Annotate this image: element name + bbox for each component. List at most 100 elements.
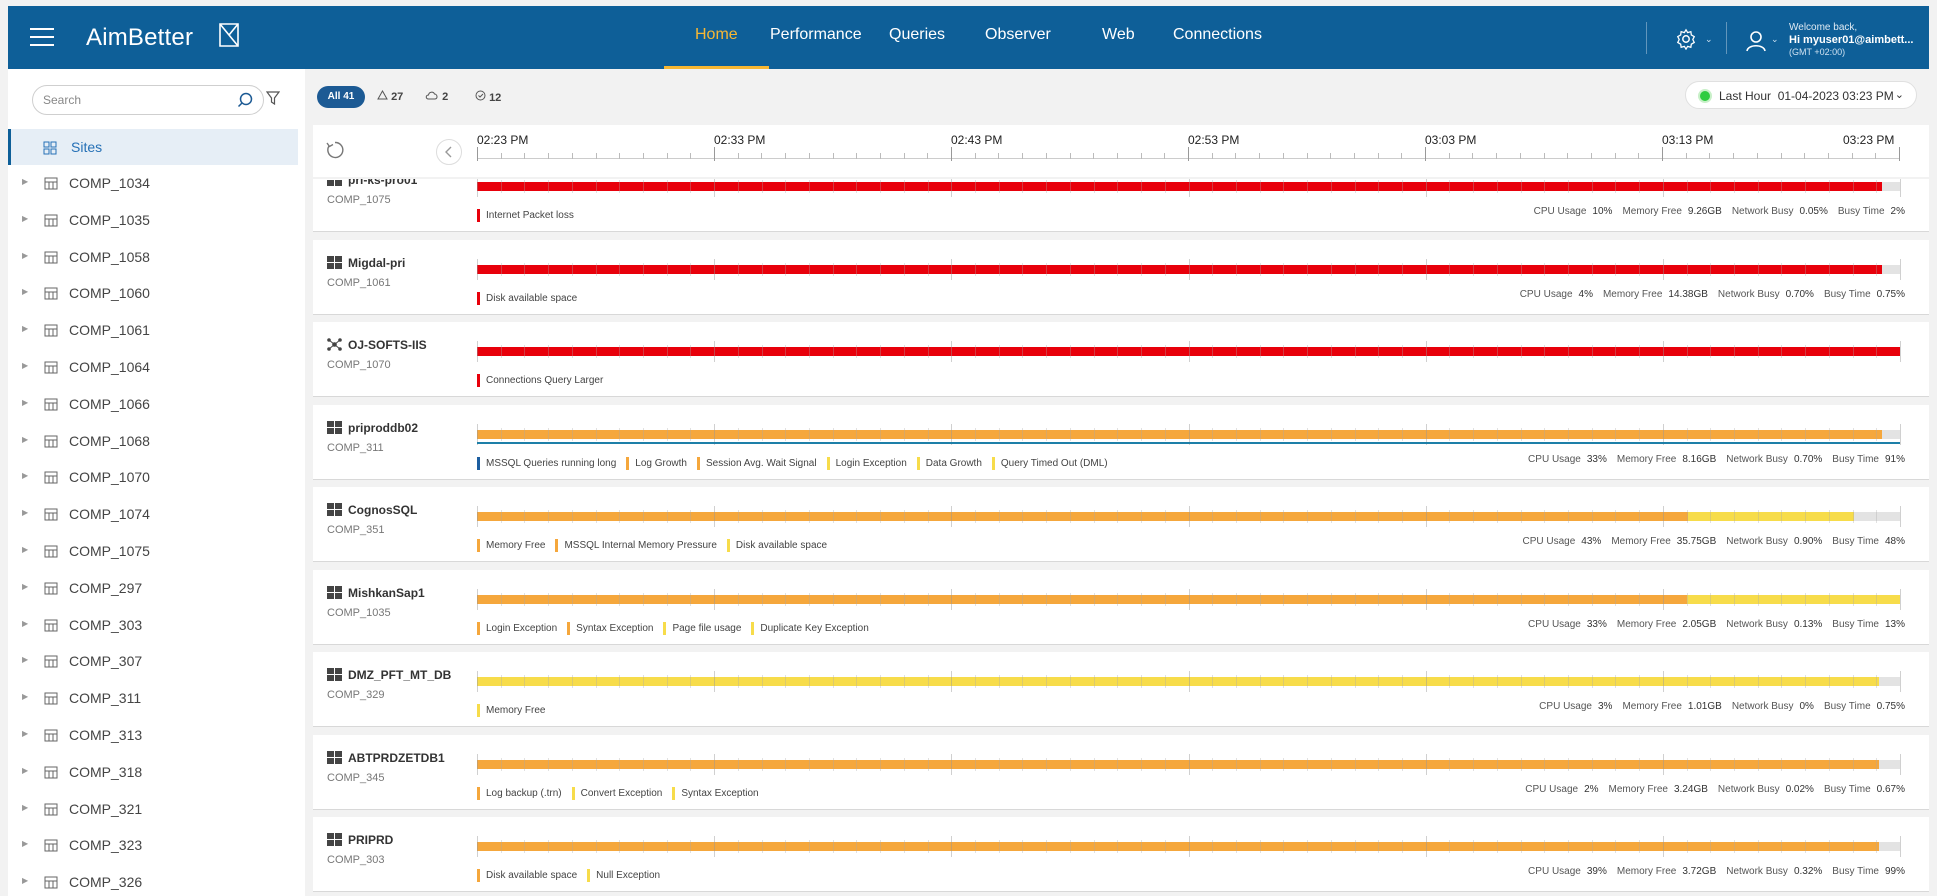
filter-cloud-button[interactable]: 2	[425, 90, 448, 103]
alert-tag[interactable]: Connections Query Larger	[477, 374, 603, 387]
nav-connections[interactable]: Connections	[1173, 26, 1262, 44]
filter-ok-button[interactable]: 12	[475, 90, 501, 104]
expand-arrow-icon[interactable]: ▶	[22, 214, 28, 223]
server-card[interactable]: OJ-SOFTS-IIS COMP_1070 Connections Query L…	[313, 322, 1929, 397]
expand-arrow-icon[interactable]: ▶	[22, 729, 28, 738]
status-timeline-bar[interactable]	[477, 594, 1900, 604]
status-timeline-bar[interactable]	[477, 182, 1900, 191]
alert-tag[interactable]: Memory Free	[477, 539, 545, 552]
expand-arrow-icon[interactable]: ▶	[22, 508, 28, 517]
alert-tag[interactable]: Session Avg. Wait Signal	[696, 456, 817, 470]
server-card[interactable]: pri-ks-pro01 COMP_1075 Internet Packet los…	[313, 179, 1929, 232]
server-name[interactable]: pri-ks-pro01	[348, 179, 417, 187]
expand-arrow-icon[interactable]: ▶	[22, 803, 28, 812]
sidebar-item-comp_1064[interactable]: ▶ COMP_1064	[8, 349, 298, 385]
sidebar-item-comp_1070[interactable]: ▶ COMP_1070	[8, 459, 298, 495]
alert-tag[interactable]: Disk available space	[477, 291, 577, 305]
status-timeline-bar[interactable]	[477, 264, 1900, 274]
hamburger-menu-icon[interactable]	[30, 28, 54, 46]
status-timeline-bar[interactable]	[477, 677, 1900, 686]
sidebar-item-comp_1075[interactable]: ▶ COMP_1075	[8, 533, 298, 569]
refresh-icon[interactable]	[325, 140, 345, 160]
expand-arrow-icon[interactable]: ▶	[22, 876, 28, 885]
sidebar-item-comp_1058[interactable]: ▶ COMP_1058	[8, 239, 298, 275]
alert-tag[interactable]: Query Timed Out (DML)	[991, 456, 1108, 470]
gear-icon[interactable]	[1675, 28, 1697, 50]
sidebar-item-comp_1061[interactable]: ▶ COMP_1061	[8, 312, 298, 348]
server-name[interactable]: CognosSQL	[348, 503, 417, 517]
server-card[interactable]: MishkanSap1 COMP_1035 Login Exception Synta…	[313, 569, 1929, 645]
sidebar-item-comp_326[interactable]: ▶ COMP_326	[8, 864, 298, 896]
alert-tag[interactable]: Convert Exception	[571, 786, 662, 800]
server-card[interactable]: priproddb02 COMP_311 MSSQL Queries running…	[313, 404, 1929, 480]
sidebar-item-comp_307[interactable]: ▶ COMP_307	[8, 643, 298, 679]
expand-arrow-icon[interactable]: ▶	[22, 398, 28, 407]
sidebar-item-comp_323[interactable]: ▶ COMP_323	[8, 827, 298, 863]
expand-arrow-icon[interactable]: ▶	[22, 582, 28, 591]
expand-arrow-icon[interactable]: ▶	[22, 435, 28, 444]
expand-arrow-icon[interactable]: ▶	[22, 251, 28, 260]
filter-warnings-button[interactable]: 27	[377, 89, 403, 103]
expand-arrow-icon[interactable]: ▶	[22, 361, 28, 370]
filter-all-button[interactable]: All 41	[317, 86, 365, 108]
alert-tag[interactable]: MSSQL Internal Memory Pressure	[555, 539, 717, 552]
status-timeline-bar[interactable]	[477, 512, 1900, 521]
server-card[interactable]: CognosSQL COMP_351 Memory Free MSSQL Intern…	[313, 487, 1929, 562]
expand-arrow-icon[interactable]: ▶	[22, 545, 28, 554]
alert-tag[interactable]: Duplicate Key Exception	[751, 621, 869, 635]
server-card[interactable]: DMZ_PFT_MT_DB COMP_329 Memory Free CPU Usag…	[313, 652, 1929, 727]
alert-tag[interactable]: Page file usage	[663, 621, 741, 635]
nav-performance[interactable]: Performance	[770, 26, 862, 44]
status-timeline-bar[interactable]	[477, 429, 1900, 439]
server-card[interactable]: ABTPRDZETDB1 COMP_345 Log backup (.trn) Con…	[313, 734, 1929, 810]
expand-arrow-icon[interactable]: ▶	[22, 619, 28, 628]
server-name[interactable]: MishkanSap1	[348, 586, 425, 600]
alert-tag[interactable]: Syntax Exception	[567, 621, 653, 635]
expand-arrow-icon[interactable]: ▶	[22, 471, 28, 480]
nav-queries[interactable]: Queries	[889, 26, 945, 44]
sidebar-item-comp_1068[interactable]: ▶ COMP_1068	[8, 423, 298, 459]
sidebar-item-comp_313[interactable]: ▶ COMP_313	[8, 717, 298, 753]
nav-observer[interactable]: Observer	[985, 26, 1051, 44]
alert-tag[interactable]: Null Exception	[587, 869, 660, 882]
alert-tag[interactable]: Syntax Exception	[672, 786, 759, 800]
server-name[interactable]: priproddb02	[348, 421, 418, 435]
alert-tag[interactable]: Disk available space	[477, 869, 577, 882]
server-name[interactable]: DMZ_PFT_MT_DB	[348, 668, 451, 682]
user-chevron-down-icon[interactable]: ⌄	[1771, 34, 1779, 45]
server-name[interactable]: ABTPRDZETDB1	[348, 751, 445, 765]
status-timeline-bar[interactable]	[477, 347, 1900, 356]
sidebar-item-comp_1035[interactable]: ▶ COMP_1035	[8, 202, 298, 238]
sidebar-item-comp_1034[interactable]: ▶ COMP_1034	[8, 165, 298, 201]
alert-tag[interactable]: Login Exception	[477, 621, 557, 635]
filter-icon[interactable]	[266, 91, 280, 105]
alert-tag[interactable]: Disk available space	[726, 539, 827, 552]
alert-tag[interactable]: Data Growth	[916, 456, 982, 470]
expand-arrow-icon[interactable]: ▶	[22, 692, 28, 701]
server-name[interactable]: PRIPRD	[348, 833, 393, 847]
expand-arrow-icon[interactable]: ▶	[22, 324, 28, 333]
expand-arrow-icon[interactable]: ▶	[22, 177, 28, 186]
sidebar-item-comp_1074[interactable]: ▶ COMP_1074	[8, 496, 298, 532]
sidebar-item-sites[interactable]: Sites	[8, 129, 298, 165]
nav-web[interactable]: Web	[1102, 26, 1135, 44]
expand-arrow-icon[interactable]: ▶	[22, 287, 28, 296]
server-name[interactable]: Migdal-pri	[348, 256, 405, 270]
sidebar-item-comp_1060[interactable]: ▶ COMP_1060	[8, 275, 298, 311]
app-logo[interactable]: AimBetter	[86, 23, 239, 52]
alert-tag[interactable]: MSSQL Queries running long	[477, 456, 616, 470]
server-card[interactable]: Migdal-pri COMP_1061 Disk available space C…	[313, 239, 1929, 315]
settings-chevron-down-icon[interactable]: ⌄	[1705, 34, 1713, 45]
status-timeline-bar[interactable]	[477, 759, 1900, 769]
expand-arrow-icon[interactable]: ▶	[22, 839, 28, 848]
sidebar-item-comp_321[interactable]: ▶ COMP_321	[8, 791, 298, 827]
expand-arrow-icon[interactable]: ▶	[22, 766, 28, 775]
search-icon[interactable]	[237, 92, 253, 108]
user-icon[interactable]	[1746, 30, 1766, 52]
alert-tag[interactable]: Login Exception	[826, 456, 907, 470]
sidebar-item-comp_297[interactable]: ▶ COMP_297	[8, 570, 298, 606]
timeline-back-button[interactable]	[436, 139, 462, 165]
search-input[interactable]	[43, 93, 223, 107]
alert-tag[interactable]: Memory Free	[477, 704, 545, 717]
sidebar-item-comp_318[interactable]: ▶ COMP_318	[8, 754, 298, 790]
